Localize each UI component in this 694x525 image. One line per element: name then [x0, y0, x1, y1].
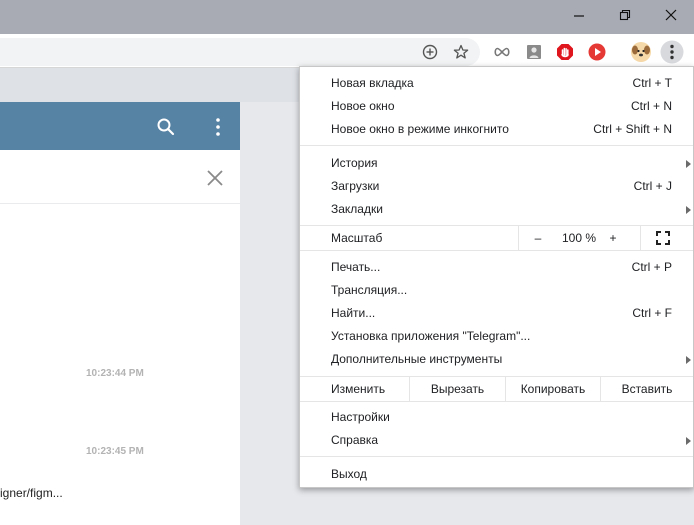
menu-item-label: Выход	[331, 467, 367, 481]
message-time: 10:23:45 PM	[86, 446, 144, 457]
menu-zoom-row: Масштаб – 100 % +	[300, 226, 693, 250]
menu-item-shortcut: Ctrl + F	[632, 306, 672, 320]
menu-item-find[interactable]: Найти... Ctrl + F	[300, 302, 693, 325]
menu-separator	[300, 250, 693, 251]
menu-item-cast[interactable]: Трансляция...	[300, 279, 693, 302]
message-text: igner/figm...	[0, 486, 63, 500]
submenu-arrow-icon	[686, 356, 691, 364]
menu-item-label: Найти...	[331, 306, 376, 320]
more-vertical-icon[interactable]	[207, 116, 229, 138]
menu-separator	[300, 401, 693, 402]
menu-item-new-tab[interactable]: Новая вкладка Ctrl + T	[300, 72, 693, 95]
profile-card-icon[interactable]	[522, 40, 546, 64]
zoom-in-button[interactable]: +	[607, 231, 619, 245]
zoom-label: Масштаб	[331, 231, 383, 245]
submenu-arrow-icon	[686, 437, 691, 445]
zoom-level: 100 %	[561, 231, 597, 245]
address-bar[interactable]	[0, 38, 480, 66]
submenu-arrow-icon	[686, 206, 691, 214]
minimize-icon	[574, 15, 584, 17]
menu-item-label: Установка приложения "Telegram"...	[331, 329, 531, 343]
menu-item-incognito[interactable]: Новое окно в режиме инкогнито Ctrl + Shi…	[300, 118, 693, 141]
red-hand-icon[interactable]	[553, 40, 577, 64]
menu-item-more-tools[interactable]: Дополнительные инструменты	[300, 348, 693, 371]
message-time: 10:23:44 PM	[86, 368, 144, 379]
close-window-button[interactable]	[648, 0, 694, 30]
menu-item-label: История	[331, 156, 378, 170]
menu-item-label: Новое окно в режиме инкогнито	[331, 122, 509, 136]
infinity-icon[interactable]	[490, 40, 514, 64]
menu-item-label: Дополнительные инструменты	[331, 352, 503, 366]
menu-item-label: Новая вкладка	[331, 76, 414, 90]
menu-item-label: Новое окно	[331, 99, 395, 113]
zoom-control: – 100 % +	[518, 226, 641, 250]
menu-item-settings[interactable]: Настройки	[300, 406, 693, 429]
menu-item-shortcut: Ctrl + J	[633, 179, 672, 193]
menu-item-install-app[interactable]: Установка приложения "Telegram"...	[300, 325, 693, 348]
menu-item-print[interactable]: Печать... Ctrl + P	[300, 256, 693, 279]
menu-item-bookmarks[interactable]: Закладки	[300, 198, 693, 221]
submenu-arrow-icon	[686, 160, 691, 168]
menu-item-label: Справка	[331, 433, 379, 447]
fullscreen-icon[interactable]	[655, 230, 671, 246]
add-circle-icon[interactable]	[418, 40, 442, 64]
menu-separator	[300, 145, 693, 146]
paste-button[interactable]: Вставить	[600, 377, 693, 401]
menu-item-exit[interactable]: Выход	[300, 463, 693, 486]
menu-item-label: Настройки	[331, 410, 390, 424]
menu-item-shortcut: Ctrl + Shift + N	[593, 122, 672, 136]
menu-item-label: Печать...	[331, 260, 381, 274]
chrome-main-menu: Новая вкладка Ctrl + T Новое окно Ctrl +…	[299, 66, 694, 488]
menu-item-shortcut: Ctrl + T	[632, 76, 672, 90]
menu-item-new-window[interactable]: Новое окно Ctrl + N	[300, 95, 693, 118]
zoom-out-button[interactable]: –	[533, 231, 543, 245]
copy-button[interactable]: Копировать	[505, 377, 600, 401]
menu-item-label: Закладки	[331, 202, 383, 216]
menu-separator	[300, 456, 693, 457]
close-icon	[665, 9, 677, 21]
menu-item-label: Трансляция...	[331, 283, 408, 297]
menu-edit-row: Изменить Вырезать Копировать Вставить	[300, 377, 693, 401]
menu-item-shortcut: Ctrl + N	[630, 99, 672, 113]
star-icon[interactable]	[449, 40, 473, 64]
restore-icon	[619, 9, 631, 21]
menu-item-label: Загрузки	[331, 179, 380, 193]
menu-item-downloads[interactable]: Загрузки Ctrl + J	[300, 175, 693, 198]
search-icon[interactable]	[155, 116, 177, 138]
kebab-menu-icon[interactable]	[660, 40, 684, 64]
cut-button[interactable]: Вырезать	[409, 377, 505, 401]
telegram-header	[0, 102, 240, 150]
menu-item-shortcut: Ctrl + P	[631, 260, 672, 274]
avatar-dog-icon[interactable]	[629, 40, 653, 64]
menu-item-history[interactable]: История	[300, 152, 693, 175]
restore-button[interactable]	[602, 0, 648, 30]
edit-label: Изменить	[331, 382, 386, 396]
close-icon[interactable]	[204, 167, 226, 189]
menu-item-help[interactable]: Справка	[300, 429, 693, 452]
minimize-button[interactable]	[556, 0, 602, 30]
red-play-icon[interactable]	[585, 40, 609, 64]
